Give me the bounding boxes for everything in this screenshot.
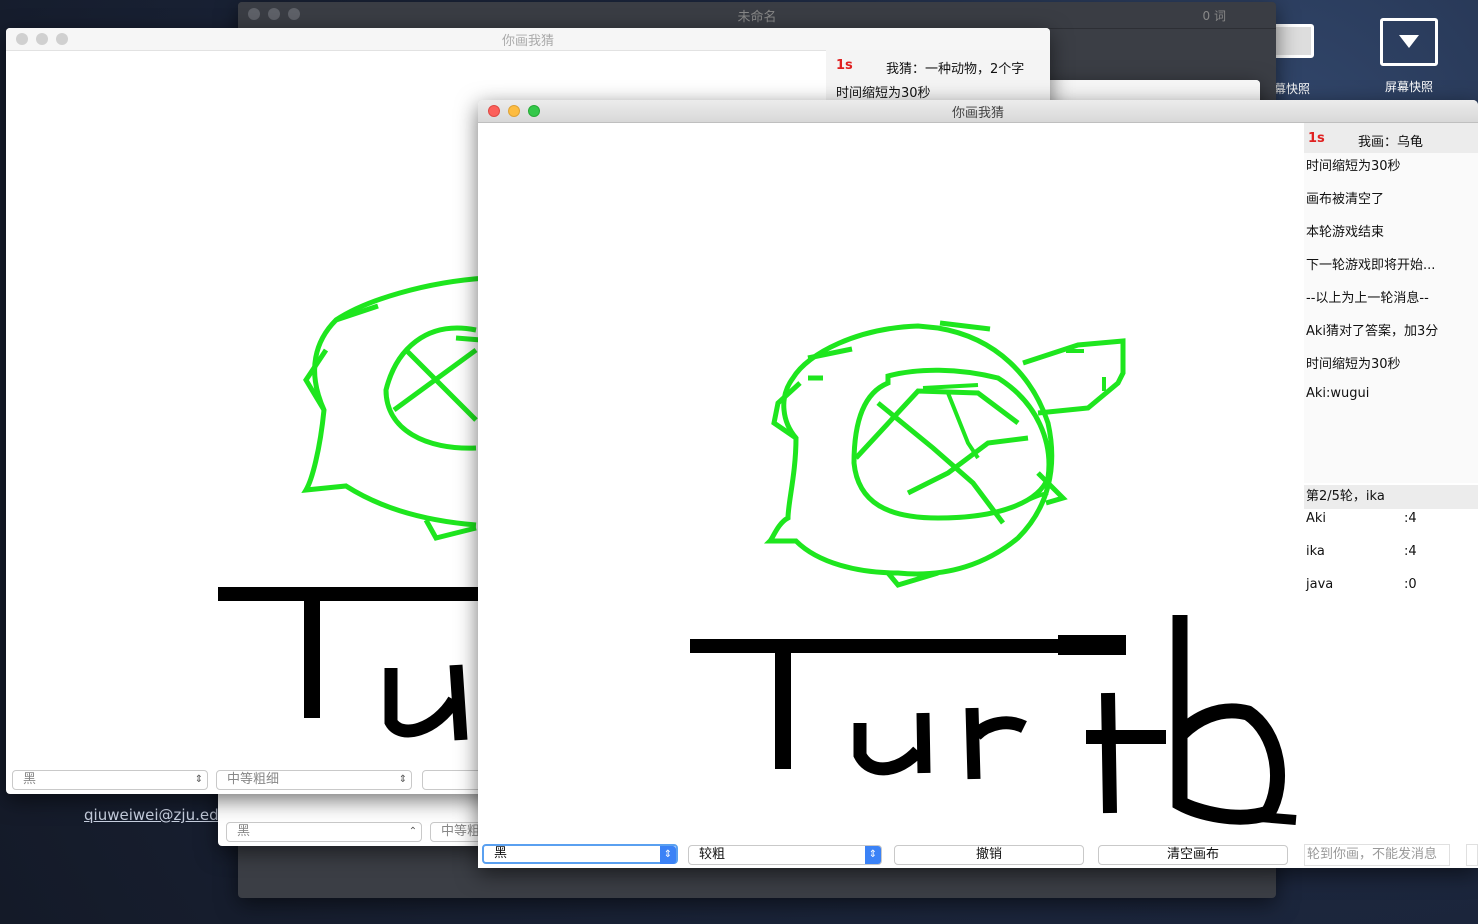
close-icon[interactable] [16, 33, 28, 45]
background-window-titlebar[interactable]: 未命名 0 词 [238, 2, 1276, 29]
middle-color-value: 黑 [237, 824, 251, 839]
message-item: 本轮游戏结束 [1306, 225, 1385, 240]
middle-color-select[interactable]: 黑 ⌃ [226, 822, 422, 842]
main-window-titlebar[interactable]: 你画我猜 [478, 100, 1478, 123]
main-game-window[interactable]: 你画我猜 1s 我画：乌龟 时间缩短为30秒 画布被清空了 本轮游戏结束 下一轮… [478, 100, 1478, 868]
send-button[interactable] [1466, 844, 1478, 866]
chevron-updown-icon: ⇕ [865, 846, 881, 864]
player-name: Aki [1306, 511, 1327, 526]
left-color-value: 黑 [23, 772, 37, 787]
player-score: :4 [1404, 511, 1417, 526]
background-window-title: 未命名 [737, 9, 777, 25]
left-window-titlebar[interactable]: 你画我猜 [6, 28, 1050, 51]
message-item: 时间缩短为30秒 [1306, 159, 1401, 174]
clear-canvas-button[interactable]: 清空画布 [1098, 845, 1288, 865]
message-item: Aki:wugui [1306, 386, 1370, 401]
stroke-width-value: 较粗 [699, 847, 726, 862]
window-controls [16, 33, 68, 45]
undo-button[interactable]: 撤销 [894, 845, 1084, 865]
main-status: 我画：乌龟 [1358, 135, 1424, 150]
screenshot-thumbnail-icon [1380, 18, 1438, 66]
score-row: Aki :4 [1306, 511, 1417, 526]
zoom-icon[interactable] [288, 8, 300, 20]
left-width-select[interactable]: 中等粗细 ⇕ [216, 770, 412, 790]
minimize-icon[interactable] [508, 105, 520, 117]
left-color-select[interactable]: 黑 ⇕ [12, 770, 208, 790]
chevron-updown-icon: ⇕ [398, 774, 408, 785]
color-select[interactable]: 黑 ⇕ [482, 844, 678, 864]
score-list: Aki :4 ika :4 java :0 [1304, 509, 1478, 829]
close-icon[interactable] [488, 105, 500, 117]
left-message: 时间缩短为30秒 [836, 86, 931, 101]
main-timer: 1s [1308, 131, 1325, 146]
left-window-title: 你画我猜 [501, 33, 554, 49]
email-link[interactable]: qiuweiwei@zju.edu [84, 806, 228, 824]
chevron-updown-icon: ⇕ [660, 846, 676, 864]
left-extra-field[interactable] [422, 770, 482, 790]
left-width-value: 中等粗细 [227, 772, 280, 787]
player-score: :4 [1404, 544, 1417, 559]
minimize-icon[interactable] [268, 8, 280, 20]
zoom-icon[interactable] [56, 33, 68, 45]
chevron-updown-icon: ⌃ [408, 826, 418, 837]
window-controls [248, 8, 300, 20]
chevron-updown-icon: ⇕ [194, 774, 204, 785]
player-name: ika [1306, 544, 1325, 559]
middle-width-value: 中等粗 [441, 824, 481, 839]
left-status: 我猜：一种动物，2个字 [886, 62, 1025, 77]
main-status-bar: 1s 我画：乌龟 [1304, 123, 1478, 153]
main-toolbar: 黑 ⇕ 较粗 ⇕ 撤销 清空画布 轮到你画，不能发消息 [478, 842, 1478, 868]
main-drawing-canvas[interactable] [478, 123, 1298, 843]
minimize-icon[interactable] [36, 33, 48, 45]
player-name: java [1306, 577, 1334, 592]
message-item: 下一轮游戏即将开始... [1306, 258, 1436, 273]
player-score: :0 [1404, 577, 1417, 592]
zoom-icon[interactable] [528, 105, 540, 117]
close-icon[interactable] [248, 8, 260, 20]
stroke-width-select[interactable]: 较粗 ⇕ [688, 845, 882, 865]
message-item: Aki猜对了答案，加3分 [1306, 324, 1439, 339]
message-item: 画布被清空了 [1306, 192, 1385, 207]
main-window-title: 你画我猜 [951, 105, 1004, 121]
message-item: --以上为上一轮消息-- [1306, 291, 1429, 306]
score-row: java :0 [1306, 577, 1417, 592]
color-select-value: 黑 [494, 846, 508, 861]
score-row: ika :4 [1306, 544, 1417, 559]
window-controls [488, 105, 540, 117]
main-info-panel: 1s 我画：乌龟 时间缩短为30秒 画布被清空了 本轮游戏结束 下一轮游戏即将开… [1304, 123, 1478, 845]
screenshot-file-partial[interactable]: 幕快照 [1270, 24, 1314, 97]
down-arrow-icon [1399, 35, 1419, 48]
left-timer: 1s [836, 58, 853, 73]
message-item: 时间缩短为30秒 [1306, 357, 1401, 372]
message-list: 时间缩短为30秒 画布被清空了 本轮游戏结束 下一轮游戏即将开始... --以上… [1304, 153, 1478, 483]
screenshot-thumbnail-icon [1270, 24, 1314, 58]
screenshot-file-label: 屏幕快照 [1384, 80, 1433, 94]
round-info: 第2/5轮，ika [1304, 485, 1478, 509]
screenshot-file[interactable]: 屏幕快照 [1380, 18, 1438, 95]
chat-input[interactable]: 轮到你画，不能发消息 [1304, 844, 1450, 866]
screenshot-file-partial-label: 幕快照 [1273, 82, 1310, 96]
word-count: 0 词 [1202, 8, 1226, 23]
